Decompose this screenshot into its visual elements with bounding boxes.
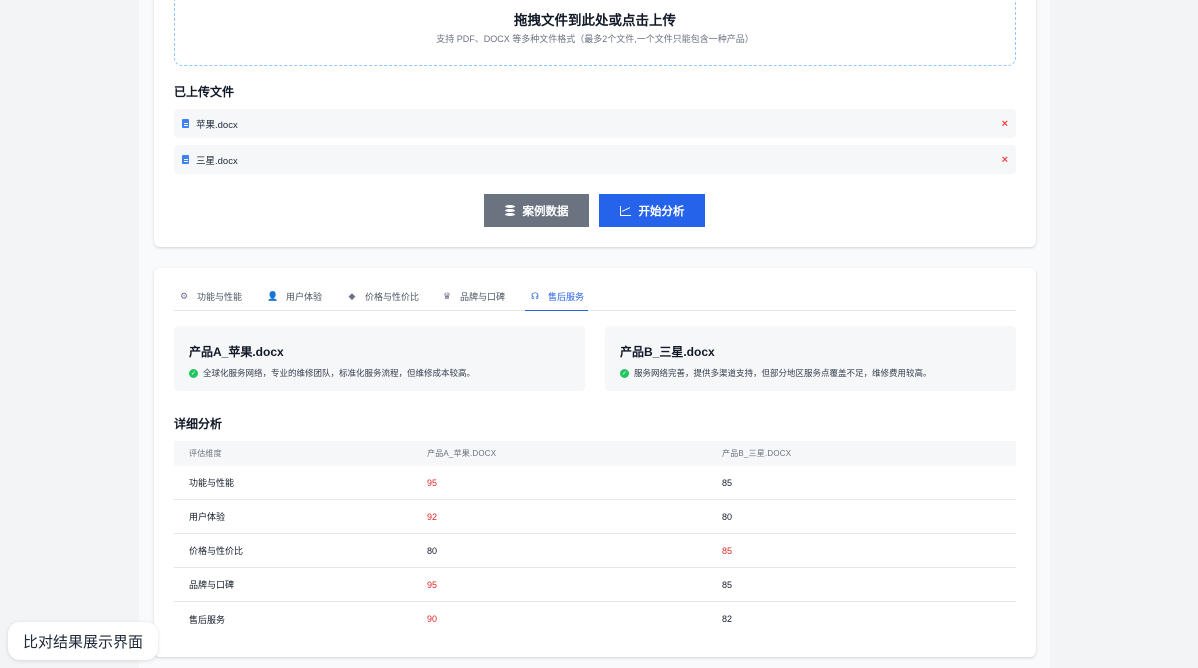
sample-data-button[interactable]: 案例数据 bbox=[484, 194, 589, 227]
uploaded-file-row: 苹果.docx × bbox=[174, 109, 1016, 138]
tab-label: 用户体验 bbox=[286, 292, 323, 302]
file-name: 苹果.docx bbox=[196, 119, 238, 131]
tab-label: 售后服务 bbox=[548, 291, 585, 302]
gears-icon: ⚙ bbox=[179, 291, 189, 301]
product-summary: ✓ 全球化服务网络，专业的维修团队，标准化服务流程，但维修成本较高。 bbox=[189, 367, 570, 379]
dropzone-title: 拖拽文件到此处或点击上传 bbox=[514, 13, 676, 28]
file-name: 三星.docx bbox=[196, 155, 238, 167]
tab-user-experience[interactable]: 👤 用户体验 bbox=[263, 282, 326, 311]
header-product-a: 产品A_苹果.DOCX bbox=[427, 449, 497, 458]
product-b-score: 82 bbox=[722, 614, 733, 624]
document-icon bbox=[182, 155, 189, 164]
dimension-cell: 功能与性能 bbox=[189, 478, 235, 488]
product-b-score: 85 bbox=[722, 477, 733, 488]
detail-analysis-title: 详细分析 bbox=[174, 417, 223, 431]
tag-icon: ◆ bbox=[348, 291, 356, 301]
table-header: 评估维度 产品A_苹果.DOCX 产品B_三星.DOCX bbox=[174, 441, 1016, 466]
tab-brand-reputation[interactable]: ♛ 品牌与口碑 bbox=[437, 282, 509, 311]
check-circle-icon: ✓ bbox=[189, 368, 198, 378]
document-icon bbox=[182, 119, 189, 128]
remove-file-icon[interactable]: × bbox=[1002, 118, 1008, 130]
screen-caption: 比对结果展示界面 bbox=[8, 622, 159, 660]
table-row: 品牌与口碑 95 85 bbox=[174, 568, 1016, 602]
summary-text: 全球化服务网络，专业的维修团队，标准化服务流程，但维修成本较高。 bbox=[203, 368, 476, 378]
tab-label: 价格与性价比 bbox=[365, 292, 420, 302]
check-circle-icon: ✓ bbox=[620, 368, 629, 378]
product-name: 产品B_三星.docx bbox=[620, 345, 715, 359]
dropzone-hint: 支持 PDF、DOCX 等多种文件格式（最多2个文件,一个文件只能包含一种产品） bbox=[436, 34, 754, 44]
file-dropzone[interactable]: 拖拽文件到此处或点击上传 支持 PDF、DOCX 等多种文件格式（最多2个文件,… bbox=[174, 0, 1016, 66]
sample-data-label: 案例数据 bbox=[522, 205, 569, 218]
user-check-icon: 👤 bbox=[267, 291, 279, 301]
product-summary: ✓ 服务网络完善，提供多渠道支持，但部分地区服务点覆盖不足，维修费用较高。 bbox=[620, 367, 1001, 379]
product-a-score: 95 bbox=[427, 477, 438, 488]
product-a-score: 92 bbox=[427, 511, 438, 522]
start-analysis-label: 开始分析 bbox=[638, 205, 685, 218]
tab-price-value[interactable]: ◆ 价格与性价比 bbox=[342, 282, 423, 311]
table-row: 功能与性能 95 85 bbox=[174, 466, 1016, 500]
tab-after-sales[interactable]: ☊ 售后服务 bbox=[525, 282, 589, 311]
headset-icon: ☊ bbox=[531, 290, 539, 301]
dimension-cell: 用户体验 bbox=[189, 512, 226, 522]
tab-label: 品牌与口碑 bbox=[460, 292, 506, 302]
uploaded-file-row: 三星.docx × bbox=[174, 145, 1016, 174]
product-b-score: 80 bbox=[722, 511, 733, 522]
tab-label: 功能与性能 bbox=[197, 292, 243, 302]
product-a-score: 80 bbox=[427, 545, 438, 556]
remove-file-icon[interactable]: × bbox=[1002, 154, 1008, 166]
product-summary-card: 产品B_三星.docx ✓ 服务网络完善，提供多渠道支持，但部分地区服务点覆盖不… bbox=[605, 326, 1016, 391]
crown-icon: ♛ bbox=[442, 291, 452, 301]
start-analysis-button[interactable]: 开始分析 bbox=[599, 194, 705, 227]
tab-function-performance[interactable]: ⚙ 功能与性能 bbox=[174, 282, 246, 311]
database-icon bbox=[504, 205, 515, 216]
table-row: 售后服务 90 82 bbox=[174, 602, 1016, 636]
dimension-tabs: ⚙ 功能与性能 👤 用户体验 ◆ 价格与性价比 ♛ 品牌与口碑 ☊ 售后服务 bbox=[174, 282, 1016, 311]
dimension-cell: 品牌与口碑 bbox=[189, 580, 235, 590]
header-dimension: 评估维度 bbox=[189, 449, 222, 458]
line-chart-icon bbox=[619, 205, 631, 216]
table-body: 功能与性能 95 85 用户体验 92 80 价格与性价比 80 85 品牌与口碑 95 85 售后服务… bbox=[174, 466, 1016, 636]
table-row: 价格与性价比 80 85 bbox=[174, 534, 1016, 568]
summary-text: 服务网络完善，提供多渠道支持，但部分地区服务点覆盖不足，维修费用较高。 bbox=[634, 368, 932, 378]
product-a-score: 95 bbox=[427, 579, 438, 590]
dimension-cell: 价格与性价比 bbox=[189, 546, 244, 556]
upload-card: 拖拽文件到此处或点击上传 支持 PDF、DOCX 等多种文件格式（最多2个文件,… bbox=[154, 0, 1036, 247]
product-a-score: 90 bbox=[427, 614, 438, 624]
product-b-score: 85 bbox=[722, 545, 733, 556]
result-card: ⚙ 功能与性能 👤 用户体验 ◆ 价格与性价比 ♛ 品牌与口碑 ☊ 售后服务 产… bbox=[154, 268, 1036, 657]
detail-table: 评估维度 产品A_苹果.DOCX 产品B_三星.DOCX 功能与性能 95 85 用户… bbox=[174, 441, 1016, 636]
uploaded-files-title: 已上传文件 bbox=[174, 85, 235, 99]
product-name: 产品A_苹果.docx bbox=[189, 345, 284, 359]
product-b-score: 85 bbox=[722, 579, 733, 590]
table-row: 用户体验 92 80 bbox=[174, 500, 1016, 534]
product-summary-card: 产品A_苹果.docx ✓ 全球化服务网络，专业的维修团队，标准化服务流程，但维… bbox=[174, 326, 585, 391]
dimension-cell: 售后服务 bbox=[189, 614, 226, 625]
header-product-b: 产品B_三星.DOCX bbox=[722, 449, 792, 458]
